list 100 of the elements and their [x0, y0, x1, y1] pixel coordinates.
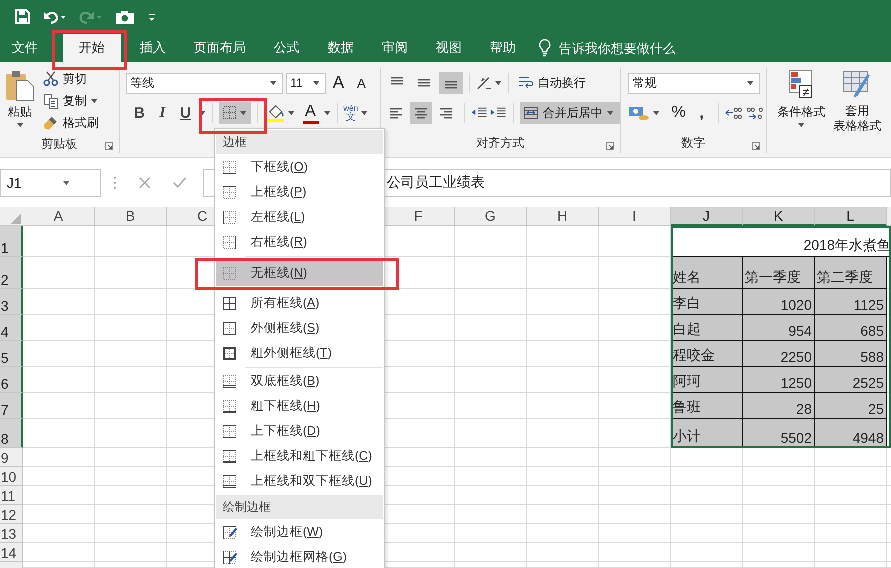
paste-button[interactable]: 粘贴	[0, 68, 40, 136]
column-header[interactable]: L	[815, 207, 887, 226]
format-as-table-button[interactable]: 套用 表格格式	[829, 68, 886, 136]
copy-button[interactable]: 复制	[40, 90, 102, 112]
currency-icon[interactable]	[628, 105, 650, 121]
wrap-text-button[interactable]: 自动换行	[514, 72, 589, 94]
increase-decimal-icon[interactable]	[724, 105, 743, 121]
row-header[interactable]: 10	[0, 467, 23, 486]
number-format-dropdown[interactable]: 常规	[628, 72, 760, 94]
merge-center-button[interactable]: 合并后居中	[520, 102, 620, 124]
font-color-button[interactable]: A	[300, 101, 321, 125]
align-center-button[interactable]	[410, 102, 432, 124]
menu-item[interactable]: 外侧框线(S)	[216, 316, 383, 341]
text-orientation-icon[interactable]	[476, 75, 492, 91]
caret-icon[interactable]	[312, 80, 320, 86]
cut-button[interactable]: 剪切	[40, 68, 102, 90]
phonetic-guide-button[interactable]: wén 文	[344, 101, 358, 125]
ribbon-tab[interactable]: 插入	[129, 34, 177, 62]
camera-icon[interactable]	[115, 9, 135, 25]
column-header[interactable]: H	[527, 207, 599, 226]
tell-me-search[interactable]: 告诉我你想要做什么	[559, 35, 676, 62]
column-header[interactable]: G	[455, 207, 527, 226]
row-header[interactable]: 6	[0, 367, 23, 393]
menu-item[interactable]: 上框线和双下框线(U)	[216, 469, 383, 494]
caret-icon[interactable]	[240, 110, 247, 116]
ribbon-tab[interactable]: 公式	[263, 34, 311, 62]
caret-icon[interactable]	[494, 80, 502, 86]
caret-icon[interactable]	[324, 110, 331, 116]
save-icon[interactable]	[15, 9, 31, 25]
align-bottom-button[interactable]	[438, 72, 463, 94]
decrease-decimal-icon[interactable]	[746, 105, 764, 121]
align-bottom-icon	[444, 81, 457, 89]
column-header[interactable]: A	[23, 207, 95, 226]
caret-icon[interactable]	[361, 110, 368, 116]
shrink-font-button[interactable]: A	[352, 72, 372, 94]
grow-font-button[interactable]: A	[328, 72, 349, 94]
underline-button[interactable]: U	[176, 102, 196, 124]
column-header[interactable]: J	[671, 207, 743, 226]
ribbon-tab[interactable]: 视图	[425, 34, 473, 62]
dialog-launcher-icon[interactable]	[606, 142, 614, 150]
menu-item[interactable]: 粗外侧框线(T)	[216, 341, 383, 366]
group-label: 剪贴板	[41, 136, 78, 153]
merged-title-cell: 2018年水煮鱼	[671, 226, 891, 257]
align-left-icon	[390, 108, 402, 118]
more-options-icon[interactable]	[113, 176, 117, 190]
ribbon-tab[interactable]: 审阅	[371, 34, 419, 62]
table-cell: 28	[743, 393, 815, 419]
percent-button[interactable]: %	[668, 102, 689, 124]
italic-button[interactable]: I	[152, 102, 173, 124]
row-header[interactable]: 9	[0, 448, 23, 467]
align-middle-icon	[418, 79, 430, 87]
name-box[interactable]: J1	[0, 169, 101, 197]
menu-item[interactable]: 绘制边框网格(G)	[216, 545, 383, 568]
row-header[interactable]: 14	[0, 543, 23, 562]
ribbon-tab[interactable]: 帮助	[479, 34, 527, 62]
menu-item[interactable]: 双底框线(B)	[216, 369, 383, 394]
menu-item[interactable]: 上框线和粗下框线(C)	[216, 444, 383, 469]
menu-item[interactable]: 左框线(L)	[216, 205, 383, 230]
comma-style-button[interactable]: ,	[692, 102, 712, 124]
column-header[interactable]: K	[743, 207, 815, 226]
menu-item[interactable]: 上下框线(D)	[216, 419, 383, 444]
caret-icon[interactable]	[652, 110, 660, 116]
row-header[interactable]: 4	[0, 315, 23, 341]
caret-icon[interactable]	[746, 80, 754, 86]
row-header[interactable]: 7	[0, 393, 23, 419]
row-header[interactable]: 8	[0, 419, 23, 448]
row-header[interactable]: 3	[0, 289, 23, 315]
row-header[interactable]: 13	[0, 524, 23, 543]
borders-button[interactable]	[218, 102, 251, 124]
ribbon-tab[interactable]: 开始	[63, 34, 121, 62]
row-header[interactable]: 12	[0, 505, 23, 524]
ribbon-tab[interactable]: 页面布局	[183, 34, 257, 62]
format-painter-button[interactable]: 格式刷	[40, 112, 102, 134]
top-bottom-border-icon	[222, 424, 237, 439]
menu-item[interactable]: 绘制边框(W)	[216, 520, 383, 545]
caret-icon[interactable]	[91, 98, 98, 104]
row-header[interactable]: 11	[0, 486, 23, 505]
conditional-formatting-button[interactable]: 条件格式	[773, 68, 830, 130]
dialog-launcher-icon[interactable]	[752, 142, 760, 150]
dialog-launcher-icon[interactable]	[104, 142, 113, 150]
font-name-dropdown[interactable]: 等线	[126, 72, 283, 94]
row-header[interactable]: 1	[0, 226, 23, 257]
menu-item[interactable]: 右框线(R)	[216, 230, 383, 255]
ribbon-tab[interactable]: 文件	[1, 34, 49, 62]
caret-icon[interactable]	[288, 110, 295, 116]
row-header[interactable]: 5	[0, 341, 23, 367]
caret-icon[interactable]	[798, 123, 805, 128]
row-header[interactable]: 2	[0, 257, 23, 289]
menu-item[interactable]: 无框线(N)	[216, 261, 383, 286]
caret-icon[interactable]	[606, 110, 614, 116]
font-size-dropdown[interactable]: 11	[286, 72, 326, 94]
menu-item[interactable]: 粗下框线(H)	[216, 394, 383, 419]
ribbon-tab[interactable]: 数据	[317, 34, 365, 62]
menu-item[interactable]: 所有框线(A)	[216, 291, 383, 316]
caret-icon[interactable]	[63, 180, 70, 186]
column-header[interactable]: B	[95, 207, 167, 226]
caret-icon[interactable]	[16, 123, 24, 128]
caret-icon[interactable]	[270, 80, 277, 86]
undo-icon[interactable]	[43, 9, 67, 25]
bold-button[interactable]: B	[130, 102, 150, 124]
